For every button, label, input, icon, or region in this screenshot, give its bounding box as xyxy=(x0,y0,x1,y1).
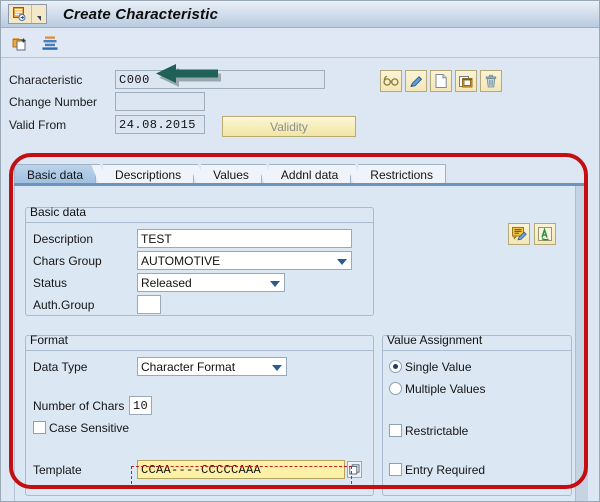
field-auth-group: Auth.Group xyxy=(33,295,161,314)
data-type-dropdown[interactable]: Character Format xyxy=(137,357,287,376)
tab-strip: Basic data Descriptions Values Addnl dat… xyxy=(14,163,588,184)
tab-basic-data[interactable]: Basic data xyxy=(14,164,96,184)
blank-page-icon[interactable] xyxy=(430,70,452,92)
number-of-chars-input[interactable]: 10 xyxy=(129,396,152,415)
field-template: Template CCAA----CCCCCAAA xyxy=(33,460,362,479)
tab-label: Values xyxy=(213,168,249,182)
chevron-down-icon[interactable] xyxy=(32,5,46,23)
tab-values[interactable]: Values xyxy=(201,164,262,184)
chars-group-value: AUTOMOTIVE xyxy=(141,254,220,268)
group-title-rule xyxy=(26,350,373,351)
entry-required-checkbox[interactable] xyxy=(389,463,402,476)
field-description: Description TEST xyxy=(33,229,352,248)
pencil-edit-icon[interactable] xyxy=(405,70,427,92)
label-status: Status xyxy=(33,276,137,290)
system-menu-button[interactable] xyxy=(8,4,47,24)
case-sensitive-checkbox[interactable] xyxy=(33,421,46,434)
tab-descriptions[interactable]: Descriptions xyxy=(103,164,194,184)
chevron-down-icon xyxy=(270,281,280,287)
label-change-number: Change Number xyxy=(9,95,115,109)
label-entry-required: Entry Required xyxy=(405,463,485,477)
radio-single-value[interactable]: Single Value xyxy=(389,357,472,376)
chevron-down-icon xyxy=(337,259,347,265)
field-characteristic: Characteristic C000 xyxy=(9,70,325,89)
label-description: Description xyxy=(33,232,137,246)
header-action-icons xyxy=(380,70,502,92)
copy-icon[interactable] xyxy=(455,70,477,92)
radio-multiple-values[interactable]: Multiple Values xyxy=(389,379,485,398)
group-basic-data: Basic data Description TEST Chars Group … xyxy=(25,200,374,316)
window-title-bar: Create Characteristic xyxy=(1,1,600,28)
label-data-type: Data Type xyxy=(33,360,137,374)
page-title: Create Characteristic xyxy=(63,6,218,23)
label-chars-group: Chars Group xyxy=(33,254,137,268)
group-title-rule xyxy=(383,350,571,351)
group-title-format: Format xyxy=(25,333,68,348)
group-value-assignment: Value Assignment Single Value Multiple V… xyxy=(382,328,572,496)
matchcode-icon[interactable] xyxy=(347,461,362,478)
hierarchy-icon[interactable] xyxy=(40,33,60,53)
group-title-rule xyxy=(26,222,373,223)
sap-menu-icon xyxy=(9,5,32,23)
vertical-scrollbar[interactable] xyxy=(575,186,588,502)
data-type-value: Character Format xyxy=(141,360,235,374)
tab-content-panel: Basic data Description TEST Chars Group … xyxy=(14,186,588,502)
tab-label: Restrictions xyxy=(370,168,433,182)
translate-icon[interactable] xyxy=(534,223,556,245)
group-title-value-assignment: Value Assignment xyxy=(382,333,482,348)
status-dropdown[interactable]: Released xyxy=(137,273,285,292)
single-value-radio[interactable] xyxy=(389,360,402,373)
auth-group-input[interactable] xyxy=(137,295,161,314)
field-data-type: Data Type Character Format xyxy=(33,357,287,376)
tab-addnl-data[interactable]: Addnl data xyxy=(269,164,351,184)
validity-button[interactable]: Validity xyxy=(222,116,356,137)
status-value: Released xyxy=(141,276,192,290)
checkbox-restrictable[interactable]: Restrictable xyxy=(389,421,468,440)
field-number-of-chars: Number of Chars 10 xyxy=(33,396,152,415)
label-multiple-values: Multiple Values xyxy=(405,382,485,396)
multiple-values-radio[interactable] xyxy=(389,382,402,395)
label-valid-from: Valid From xyxy=(9,118,115,132)
field-change-number: Change Number xyxy=(9,92,205,111)
valid-from-input[interactable]: 24.08.2015 xyxy=(115,115,205,134)
chevron-down-icon xyxy=(272,365,282,371)
field-status: Status Released xyxy=(33,273,285,292)
label-single-value: Single Value xyxy=(405,360,472,374)
trash-delete-icon[interactable] xyxy=(480,70,502,92)
application-toolbar xyxy=(1,28,600,58)
basic-data-side-icons xyxy=(508,223,556,245)
label-template: Template xyxy=(33,463,137,477)
long-text-edit-icon[interactable] xyxy=(508,223,530,245)
field-chars-group: Chars Group AUTOMOTIVE xyxy=(33,251,352,270)
group-format: Format Data Type Character Format Number… xyxy=(25,328,374,496)
template-input[interactable]: CCAA----CCCCCAAA xyxy=(137,460,345,479)
tab-label: Descriptions xyxy=(115,168,181,182)
chars-group-dropdown[interactable]: AUTOMOTIVE xyxy=(137,251,352,270)
change-number-input[interactable] xyxy=(115,92,205,111)
description-input[interactable]: TEST xyxy=(137,229,352,248)
characteristic-input[interactable]: C000 xyxy=(115,70,325,89)
group-title-basic-data: Basic data xyxy=(25,205,86,220)
label-auth-group: Auth.Group xyxy=(33,298,137,312)
restrictable-checkbox[interactable] xyxy=(389,424,402,437)
label-number-of-chars: Number of Chars xyxy=(33,399,129,413)
checkbox-entry-required[interactable]: Entry Required xyxy=(389,460,485,479)
field-valid-from: Valid From 24.08.2015 xyxy=(9,115,205,134)
create-icon[interactable] xyxy=(11,33,31,53)
label-characteristic: Characteristic xyxy=(9,73,115,87)
sap-create-characteristic-window: Create Characteristic Characteristic C00… xyxy=(0,0,600,502)
label-restrictable: Restrictable xyxy=(405,424,468,438)
field-case-sensitive[interactable]: Case Sensitive xyxy=(33,418,129,437)
glasses-display-icon[interactable] xyxy=(380,70,402,92)
tab-restrictions[interactable]: Restrictions xyxy=(358,164,446,184)
label-case-sensitive: Case Sensitive xyxy=(49,421,129,435)
tab-label: Basic data xyxy=(27,168,83,182)
tab-label: Addnl data xyxy=(281,168,338,182)
